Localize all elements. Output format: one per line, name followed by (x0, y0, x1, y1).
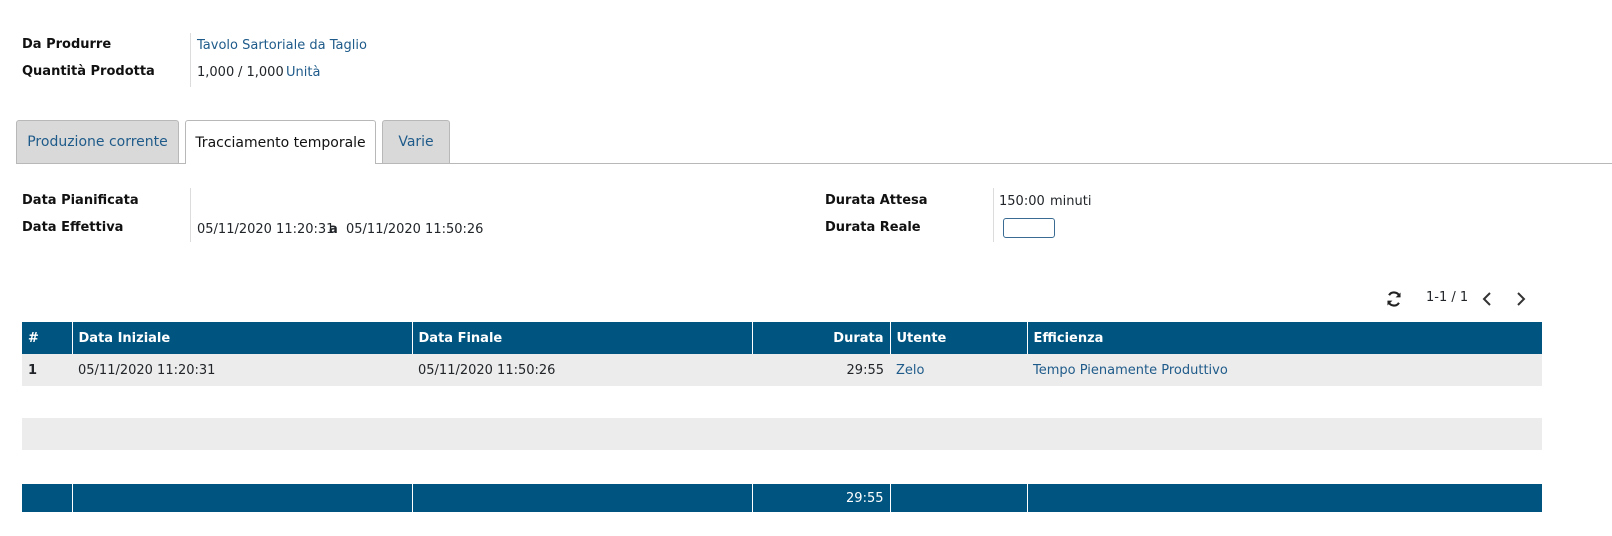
effective-end-value: 05/11/2020 11:50:26 (346, 222, 484, 237)
chevron-left-icon[interactable] (1478, 289, 1496, 309)
to-produce-label: Da Produrre (22, 37, 112, 52)
footer-total-duration: 29:55 (751, 482, 890, 512)
cell-user-link[interactable]: Zelo (890, 354, 1027, 386)
col-header-end-date[interactable]: Data Finale (411, 322, 752, 354)
qty-done-value: 1,000 (197, 65, 235, 80)
footer-cell (411, 482, 752, 512)
time-tracking-table: # Data Iniziale Data Finale Durata Utent… (22, 322, 1542, 512)
footer-cell (1026, 482, 1542, 512)
to-produce-link[interactable]: Tavolo Sartoriale da Taglio (197, 38, 367, 53)
effective-start-value: 05/11/2020 11:20:31 (197, 222, 335, 237)
footer-cell (22, 482, 72, 512)
qty-uom-link[interactable]: Unità (286, 65, 320, 80)
expected-duration-label: Durata Attesa (825, 193, 928, 208)
col-header-duration[interactable]: Durata (751, 322, 890, 354)
effective-sep: a (329, 222, 338, 237)
qty-total-value: / 1,000 (238, 65, 284, 80)
col-header-user[interactable]: Utente (889, 322, 1027, 354)
refresh-icon[interactable] (1385, 290, 1403, 308)
timing-divider-right (993, 188, 994, 242)
real-duration-label: Durata Reale (825, 220, 921, 235)
effective-date-label: Data Effettiva (22, 220, 124, 235)
pager-value: 1-1 / 1 (1426, 290, 1469, 305)
tab-misc[interactable]: Varie (382, 120, 450, 163)
footer-cell (889, 482, 1027, 512)
tab-time-tracking[interactable]: Tracciamento temporale (185, 120, 376, 164)
table-footer-row: 29:55 (22, 482, 1542, 512)
footer-cell (71, 482, 412, 512)
tab-current-production[interactable]: Produzione corrente (16, 120, 179, 163)
cell-start-date: 05/11/2020 11:20:31 (72, 354, 412, 386)
chevron-right-icon[interactable] (1512, 289, 1530, 309)
table-row[interactable]: 1 05/11/2020 11:20:31 05/11/2020 11:50:2… (22, 354, 1542, 386)
cell-efficiency-link[interactable]: Tempo Pienamente Produttivo (1027, 354, 1542, 386)
cell-number: 1 (22, 354, 72, 386)
real-duration-input[interactable] (1003, 218, 1055, 238)
cell-end-date: 05/11/2020 11:50:26 (412, 354, 752, 386)
cell-duration: 29:55 (752, 354, 890, 386)
timing-divider-left (190, 188, 191, 242)
empty-row (22, 418, 1542, 450)
col-header-number[interactable]: # (22, 322, 72, 354)
empty-row (22, 450, 1542, 483)
expected-duration-unit: minuti (1050, 194, 1092, 209)
table-header-row: # Data Iniziale Data Finale Durata Utent… (22, 322, 1542, 354)
col-header-efficiency[interactable]: Efficienza (1026, 322, 1542, 354)
header-divider (190, 33, 191, 87)
qty-produced-label: Quantità Prodotta (22, 64, 155, 79)
col-header-start-date[interactable]: Data Iniziale (71, 322, 412, 354)
empty-row (22, 386, 1542, 418)
expected-duration-value: 150:00 (999, 194, 1045, 209)
planned-date-label: Data Pianificata (22, 193, 139, 208)
